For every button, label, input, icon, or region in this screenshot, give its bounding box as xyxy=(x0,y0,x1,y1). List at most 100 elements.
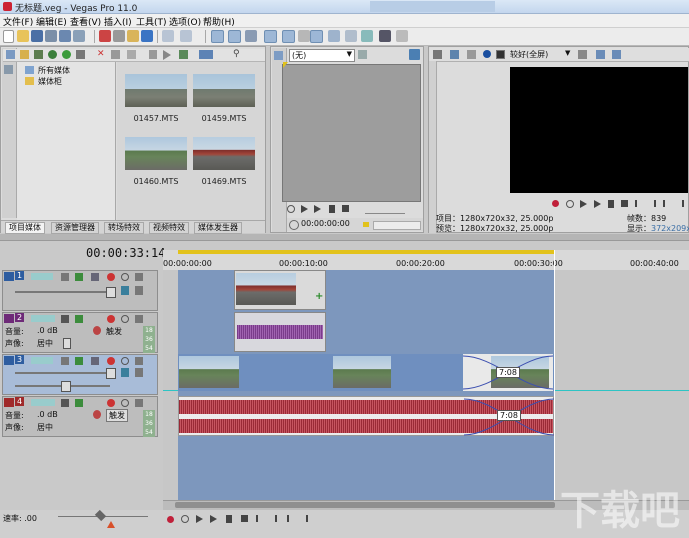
next-frame-icon[interactable] xyxy=(301,515,308,522)
play-preview-icon[interactable] xyxy=(163,50,171,60)
stop-icon[interactable] xyxy=(621,200,628,207)
track-header-3[interactable]: 3 xyxy=(2,354,158,395)
envelope-tool-icon[interactable] xyxy=(228,30,241,43)
menu-tools[interactable]: 工具(T) xyxy=(136,15,167,28)
search-icon[interactable]: ⚲ xyxy=(233,49,243,59)
selection-tool-icon[interactable] xyxy=(245,30,257,42)
tab-video-fx[interactable]: 视频特效 xyxy=(149,222,189,234)
save-icon[interactable] xyxy=(31,30,43,42)
record-icon[interactable] xyxy=(552,200,559,207)
solo-icon[interactable] xyxy=(135,399,143,407)
solo-icon[interactable] xyxy=(135,273,143,281)
copy-snapshot-icon[interactable] xyxy=(596,50,605,59)
snapping-icon[interactable] xyxy=(310,30,323,43)
auto-settings-icon[interactable] xyxy=(93,410,101,419)
chevron-down-icon[interactable]: ▼ xyxy=(565,49,570,57)
crossfade-region[interactable]: 7:08 xyxy=(463,354,553,391)
event-thumbnail[interactable] xyxy=(179,356,239,388)
menu-edit[interactable]: 编辑(E) xyxy=(36,15,67,28)
invert-phase-icon[interactable] xyxy=(61,399,69,407)
rate-slider-thumb[interactable] xyxy=(94,509,107,522)
split-screen-icon[interactable] xyxy=(467,50,476,59)
time-ruler[interactable]: 00:00:00:00 00:00:10:00 00:00:20:00 00:0… xyxy=(163,250,689,271)
track-name-field[interactable] xyxy=(31,357,53,364)
track-name-field[interactable] xyxy=(31,399,55,406)
compositing-icon[interactable] xyxy=(91,273,99,281)
render-icon[interactable] xyxy=(59,30,71,42)
level-slider-2-thumb[interactable] xyxy=(61,381,71,392)
fx-icon[interactable] xyxy=(75,273,83,281)
undo-icon[interactable] xyxy=(162,30,174,42)
pause-icon[interactable] xyxy=(329,205,335,213)
external-monitor-icon[interactable] xyxy=(450,50,459,59)
trimmer-clear-icon[interactable] xyxy=(358,50,367,59)
web-icon[interactable] xyxy=(48,50,57,59)
open-icon[interactable] xyxy=(17,30,29,42)
track-header-1[interactable]: 1 xyxy=(2,270,158,311)
prev-frame-icon[interactable] xyxy=(663,200,670,207)
track-motion-icon[interactable] xyxy=(121,286,129,295)
mute-icon[interactable] xyxy=(121,399,129,407)
mute-icon[interactable] xyxy=(121,357,129,365)
prev-frame-icon[interactable] xyxy=(287,515,294,522)
record-arm-icon[interactable] xyxy=(107,357,115,365)
play-from-start-icon[interactable] xyxy=(594,200,601,208)
tab-media-generators[interactable]: 媒体发生器 xyxy=(194,222,242,234)
trimmer-monitor-icon[interactable] xyxy=(409,49,420,60)
paste-icon[interactable] xyxy=(127,30,139,42)
copy-icon[interactable] xyxy=(113,30,125,42)
track-header-2[interactable]: 2 音量: .0 dB 声像: 居中 触发 18 36 54 xyxy=(2,312,158,353)
preview-mode-icon[interactable] xyxy=(496,50,505,59)
level-slider-thumb[interactable] xyxy=(106,368,116,379)
scrollbar-thumb[interactable] xyxy=(175,502,555,508)
composite-parent-icon[interactable] xyxy=(135,368,143,377)
fx-icon[interactable] xyxy=(75,315,83,323)
composite-parent-icon[interactable] xyxy=(135,286,143,295)
ignore-grouping-icon[interactable] xyxy=(328,30,340,42)
level-slider[interactable] xyxy=(15,291,110,293)
play-icon[interactable] xyxy=(196,515,203,523)
delete-icon[interactable] xyxy=(141,30,153,42)
pause-icon[interactable] xyxy=(226,515,232,523)
go-to-end-icon[interactable] xyxy=(649,200,656,207)
track-header-4[interactable]: 4 音量: .0 dB 声像: 居中 触发 18 36 54 xyxy=(2,396,158,437)
solo-icon[interactable] xyxy=(135,315,143,323)
video-event[interactable]: + xyxy=(234,270,326,310)
auto-preview-icon[interactable] xyxy=(179,50,188,59)
playhead-cursor[interactable] xyxy=(554,250,555,500)
media-fx-icon[interactable] xyxy=(127,50,136,59)
go-to-start-icon[interactable] xyxy=(635,200,642,207)
pan-slider-thumb[interactable] xyxy=(63,338,71,349)
play-from-start-icon[interactable] xyxy=(210,515,217,523)
solo-icon[interactable] xyxy=(135,357,143,365)
overlays-icon[interactable] xyxy=(578,50,587,59)
trimmer-history-icon[interactable] xyxy=(274,51,283,60)
fx-icon[interactable] xyxy=(75,399,83,407)
compositing-icon[interactable] xyxy=(91,357,99,365)
zoom-tool-icon[interactable] xyxy=(264,30,277,43)
fx-icon[interactable] xyxy=(75,357,83,365)
track-name-field[interactable] xyxy=(31,315,55,322)
loop-icon[interactable] xyxy=(566,200,574,208)
play-icon[interactable] xyxy=(580,200,587,208)
play-icon[interactable] xyxy=(301,205,308,213)
record-arm-icon[interactable] xyxy=(107,273,115,281)
stop-preview-icon[interactable] xyxy=(149,50,157,59)
loop-icon[interactable] xyxy=(181,515,189,523)
auto-settings-icon[interactable] xyxy=(93,326,101,335)
track-name-field[interactable] xyxy=(31,273,53,280)
menu-file[interactable]: 文件(F) xyxy=(3,15,33,28)
redo-icon[interactable] xyxy=(180,30,192,42)
level-slider[interactable] xyxy=(15,372,110,374)
go-to-end-icon[interactable] xyxy=(270,515,277,522)
stop-icon[interactable] xyxy=(342,205,349,212)
stop-icon[interactable] xyxy=(241,515,248,522)
help-pointer-icon[interactable] xyxy=(379,30,391,42)
import-media-icon[interactable] xyxy=(6,50,15,59)
cut-icon[interactable] xyxy=(99,30,111,42)
record-icon[interactable] xyxy=(167,516,174,523)
trimmer-scrub[interactable] xyxy=(365,204,405,214)
trimmer-dropdown[interactable]: (无) ▼ xyxy=(289,49,355,62)
media-properties-icon[interactable] xyxy=(111,50,120,59)
go-to-start-icon[interactable] xyxy=(256,515,263,522)
